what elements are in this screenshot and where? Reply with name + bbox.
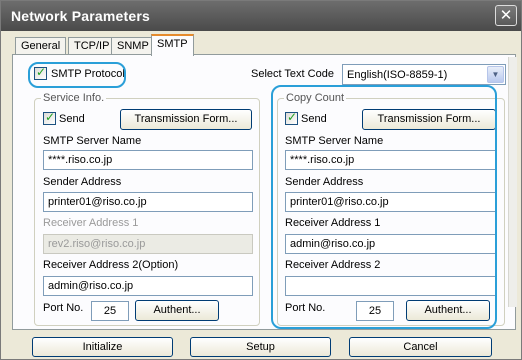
service-info-title: Service Info. [41, 92, 107, 104]
close-icon: ✕ [499, 7, 513, 24]
tab-general[interactable]: General [15, 37, 67, 55]
service-send-label: Send [59, 113, 85, 125]
text-code-value: English(ISO-8859-1) [347, 69, 448, 81]
cancel-button[interactable]: Cancel [349, 337, 492, 357]
setup-button[interactable]: Setup [190, 337, 331, 357]
checkmark-icon: ✓ [45, 110, 56, 124]
service-sender-input[interactable]: printer01@riso.co.jp [43, 192, 253, 212]
text-code-select[interactable]: English(ISO-8859-1) ▼ [342, 64, 506, 85]
text-code-label: Select Text Code [251, 68, 334, 80]
tab-snmp[interactable]: SNMP [111, 37, 155, 55]
title-bar: Network Parameters ✕ [1, 1, 521, 31]
copy-count-highlight [271, 85, 497, 329]
service-receiver1-label: Receiver Address 1 [43, 217, 139, 229]
service-port-label: Port No. [43, 302, 84, 314]
tab-smtp[interactable]: SMTP [151, 34, 194, 56]
chevron-down-icon[interactable]: ▼ [487, 66, 504, 83]
service-port-input[interactable]: 25 [91, 301, 129, 321]
service-receiver2-input[interactable]: admin@riso.co.jp [43, 276, 253, 296]
service-server-label: SMTP Server Name [43, 135, 142, 147]
smtp-protocol-highlight [28, 62, 126, 88]
service-authent-button[interactable]: Authent... [135, 300, 219, 321]
service-transmission-form-button[interactable]: Transmission Form... [120, 109, 252, 130]
vertical-scrollbar[interactable] [508, 57, 517, 307]
network-parameters-window: Network Parameters ✕ General TCP/IP SNMP… [0, 0, 522, 360]
service-sender-label: Sender Address [43, 176, 122, 188]
window-title: Network Parameters [11, 8, 150, 24]
service-receiver1-input: rev2.riso@riso.co.jp [43, 234, 253, 254]
service-server-input[interactable]: ****.riso.co.jp [43, 150, 253, 170]
service-receiver2-label: Receiver Address 2(Option) [43, 259, 179, 271]
initialize-button[interactable]: Initialize [32, 337, 173, 357]
close-button[interactable]: ✕ [495, 5, 517, 26]
tab-tcpip[interactable]: TCP/IP [68, 37, 116, 55]
service-send-checkbox[interactable]: ✓ [43, 110, 56, 125]
